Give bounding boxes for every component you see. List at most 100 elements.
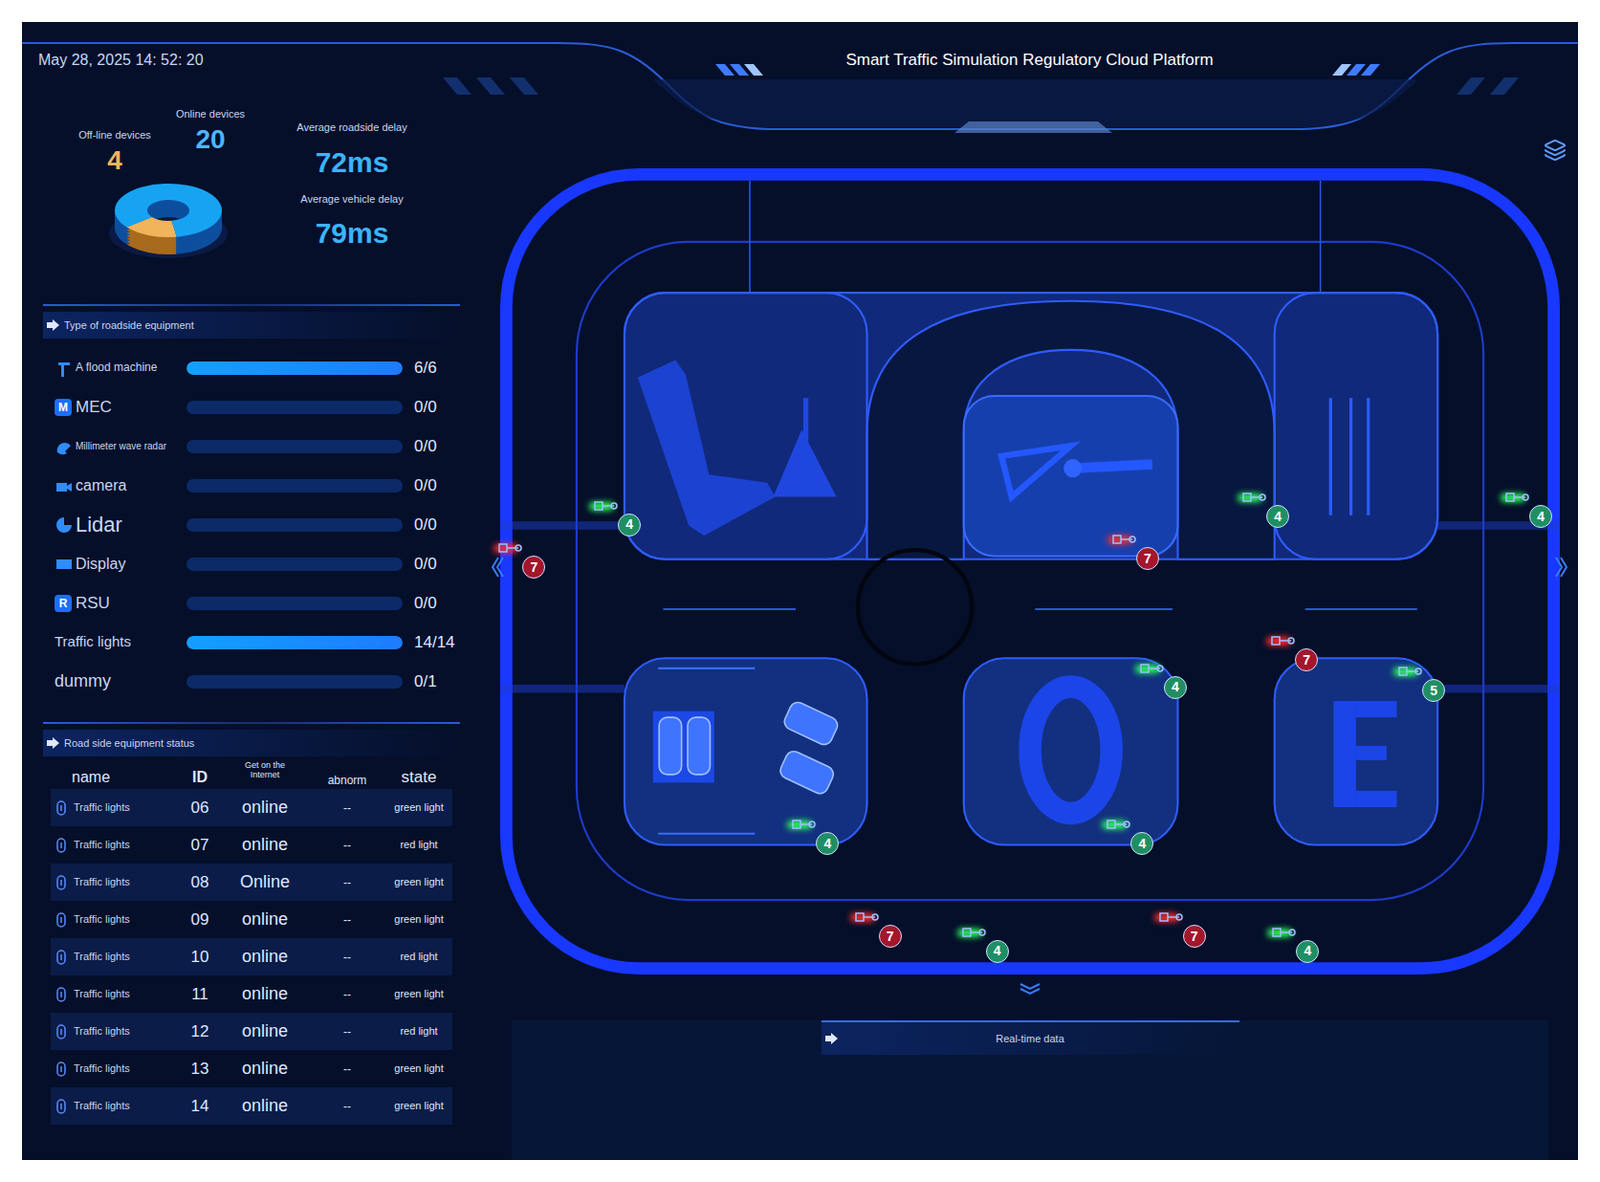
traffic-light-marker[interactable]: 4: [815, 832, 839, 855]
map: 4 7 7 4 4 7 4 5 4 4 7 4 7 4: [500, 168, 1560, 975]
page: May 28, 2025 14: 52: 20Smart Traffic Sim…: [0, 0, 1600, 1182]
traffic-light-icon: [56, 912, 66, 928]
equipment-row[interactable]: A flood machine6/6: [21, 348, 482, 388]
summary: Off-line devices4Online devices20 Average…: [21, 98, 482, 305]
traffic-light-marker[interactable]: 7: [1294, 648, 1318, 672]
vehicle-delay-label: Average vehicle delay: [300, 191, 403, 208]
equipment-count: 0/0: [414, 473, 438, 499]
map-section: 4 7 7 4 4 7 4 5 4 4 7 4 7 4 Real-time data: [481, 98, 1579, 1161]
collapse-right-icon[interactable]: [1552, 555, 1570, 579]
signal-badge: 7: [878, 924, 902, 948]
status-table: nameIDGet on the InternetabnormstateTraf…: [21, 756, 482, 1125]
signal-device-icon: [790, 818, 816, 831]
equipment-section-title: Type of roadside equipment: [21, 304, 482, 339]
signal-badge: 4: [1130, 832, 1154, 855]
equipment-icon: [54, 358, 74, 378]
equipment-row[interactable]: Lidar0/0: [21, 504, 482, 545]
equipment-bar: [186, 439, 403, 454]
equipment-bar: [186, 596, 403, 611]
traffic-light-marker[interactable]: 4: [986, 940, 1009, 964]
traffic-light-icon: [56, 986, 66, 1003]
table-row[interactable]: Traffic lights06online--green light: [50, 789, 453, 827]
equipment-bar: [186, 675, 403, 689]
signal-device-icon: [592, 500, 618, 512]
traffic-light-marker[interactable]: 4: [1163, 676, 1187, 700]
table-row[interactable]: Traffic lights14online--green light: [50, 1087, 453, 1125]
signal-badge: 7: [1294, 648, 1318, 672]
traffic-light-icon: [56, 800, 66, 816]
traffic-light-marker[interactable]: 4: [1266, 504, 1290, 528]
traffic-light-icon: [56, 875, 66, 891]
signal-device-icon: [1111, 533, 1137, 546]
equipment-row[interactable]: dummy0/1: [21, 661, 482, 702]
equipment-badge-icon: R: [54, 594, 72, 613]
equipment-bar: [186, 557, 403, 571]
equipment-row[interactable]: Millimeter wave radar0/0: [21, 426, 482, 466]
table-row[interactable]: Traffic lights12online--red light: [50, 1012, 453, 1051]
equipment-icon: [54, 437, 74, 457]
traffic-light-marker[interactable]: 4: [1130, 832, 1154, 855]
equipment-row[interactable]: Traffic lights14/14: [21, 622, 482, 662]
traffic-light-marker[interactable]: 7: [522, 555, 546, 579]
equipment-icon: [54, 554, 74, 574]
equipment-bar: [186, 518, 403, 532]
left-panel: Off-line devices4Online devices20 Average…: [21, 98, 482, 1161]
device-donut-chart: [106, 174, 231, 263]
platform-title: Smart Traffic Simulation Regulatory Clou…: [845, 47, 1213, 73]
equipment-icon: [54, 476, 74, 496]
signal-device-icon: [1105, 818, 1131, 831]
equipment-row[interactable]: camera0/0: [21, 465, 482, 505]
traffic-light-marker[interactable]: 4: [617, 513, 641, 537]
traffic-light-marker[interactable]: 7: [878, 924, 902, 948]
table-row[interactable]: Traffic lights13online--green light: [50, 1050, 453, 1088]
traffic-light-marker[interactable]: 4: [1529, 504, 1553, 528]
offline-stat: Off-line devices4: [66, 127, 163, 178]
signal-device-icon: [1397, 665, 1423, 678]
signal-device-icon: [497, 542, 523, 554]
arrow-icon: [46, 319, 61, 331]
roadside-delay-label: Average roadside delay: [296, 119, 407, 136]
equipment-row[interactable]: RRSU0/0: [21, 583, 482, 623]
equipment-row[interactable]: MMEC0/0: [21, 387, 482, 427]
equipment-count: 0/0: [414, 591, 438, 616]
traffic-light-icon: [56, 1024, 66, 1040]
traffic-light-marker[interactable]: 7: [1136, 547, 1160, 570]
roadside-delay-value: 72ms: [315, 141, 390, 184]
table-row[interactable]: Traffic lights07online--red light: [50, 826, 453, 864]
collapse-left-icon[interactable]: [488, 555, 506, 579]
signal-badge: 4: [617, 513, 641, 537]
equipment-row[interactable]: Display0/0: [21, 544, 482, 584]
signal-badge: 4: [1266, 504, 1290, 528]
signal-badge: 7: [1136, 547, 1160, 570]
equipment-count: 0/0: [414, 434, 438, 460]
traffic-light-marker[interactable]: 4: [1295, 940, 1319, 964]
table-row[interactable]: Traffic lights10online--red light: [50, 938, 453, 976]
arrow-icon: [825, 1032, 839, 1045]
header-frame: [21, 21, 1579, 147]
signal-badge: 4: [1295, 940, 1319, 964]
equipment-bar: [186, 400, 403, 415]
equipment-count: 0/0: [414, 551, 438, 577]
signal-badge: 7: [1183, 924, 1206, 948]
expand-down-icon[interactable]: [1018, 980, 1042, 996]
signal-badge: 7: [522, 555, 546, 579]
road-map: [500, 168, 1560, 975]
signal-device-icon: [1270, 635, 1295, 647]
equipment-count: 0/1: [414, 669, 438, 695]
equipment-bar: [186, 479, 403, 493]
realtime-panel: Real-time data: [511, 1020, 1549, 1161]
table-row[interactable]: Traffic lights11online--green light: [50, 975, 453, 1013]
signal-device-icon: [961, 926, 987, 939]
traffic-light-marker[interactable]: 7: [1183, 924, 1206, 948]
layers-icon[interactable]: [1543, 138, 1567, 162]
signal-device-icon: [1271, 926, 1296, 939]
arrow-icon: [46, 737, 61, 749]
online-stat: Online devices20: [162, 106, 259, 178]
traffic-light-marker[interactable]: 5: [1422, 679, 1446, 702]
equipment-bar: [186, 361, 403, 375]
equipment-count: 0/0: [414, 512, 438, 538]
table-row[interactable]: Traffic lights09online--green light: [50, 900, 453, 939]
table-row[interactable]: Traffic lights08Online--green light: [50, 863, 453, 901]
equipment-count: 6/6: [414, 355, 438, 381]
signal-device-icon: [854, 911, 879, 923]
